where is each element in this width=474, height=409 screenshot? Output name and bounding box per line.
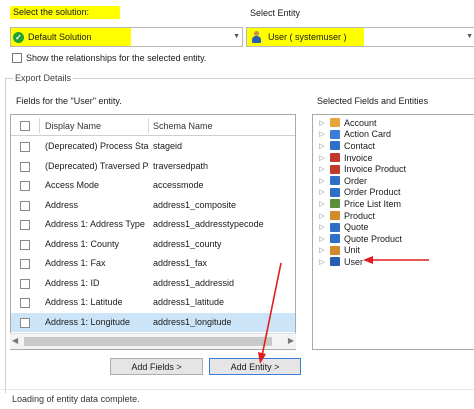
status-divider (0, 389, 474, 390)
arrow-head-add-entity (258, 352, 266, 364)
status-text: Loading of entity data complete. (12, 394, 140, 404)
annotation-arrows (258, 256, 429, 364)
arrow-head-user-node (363, 256, 373, 264)
arrow-to-add-entity (261, 262, 282, 357)
